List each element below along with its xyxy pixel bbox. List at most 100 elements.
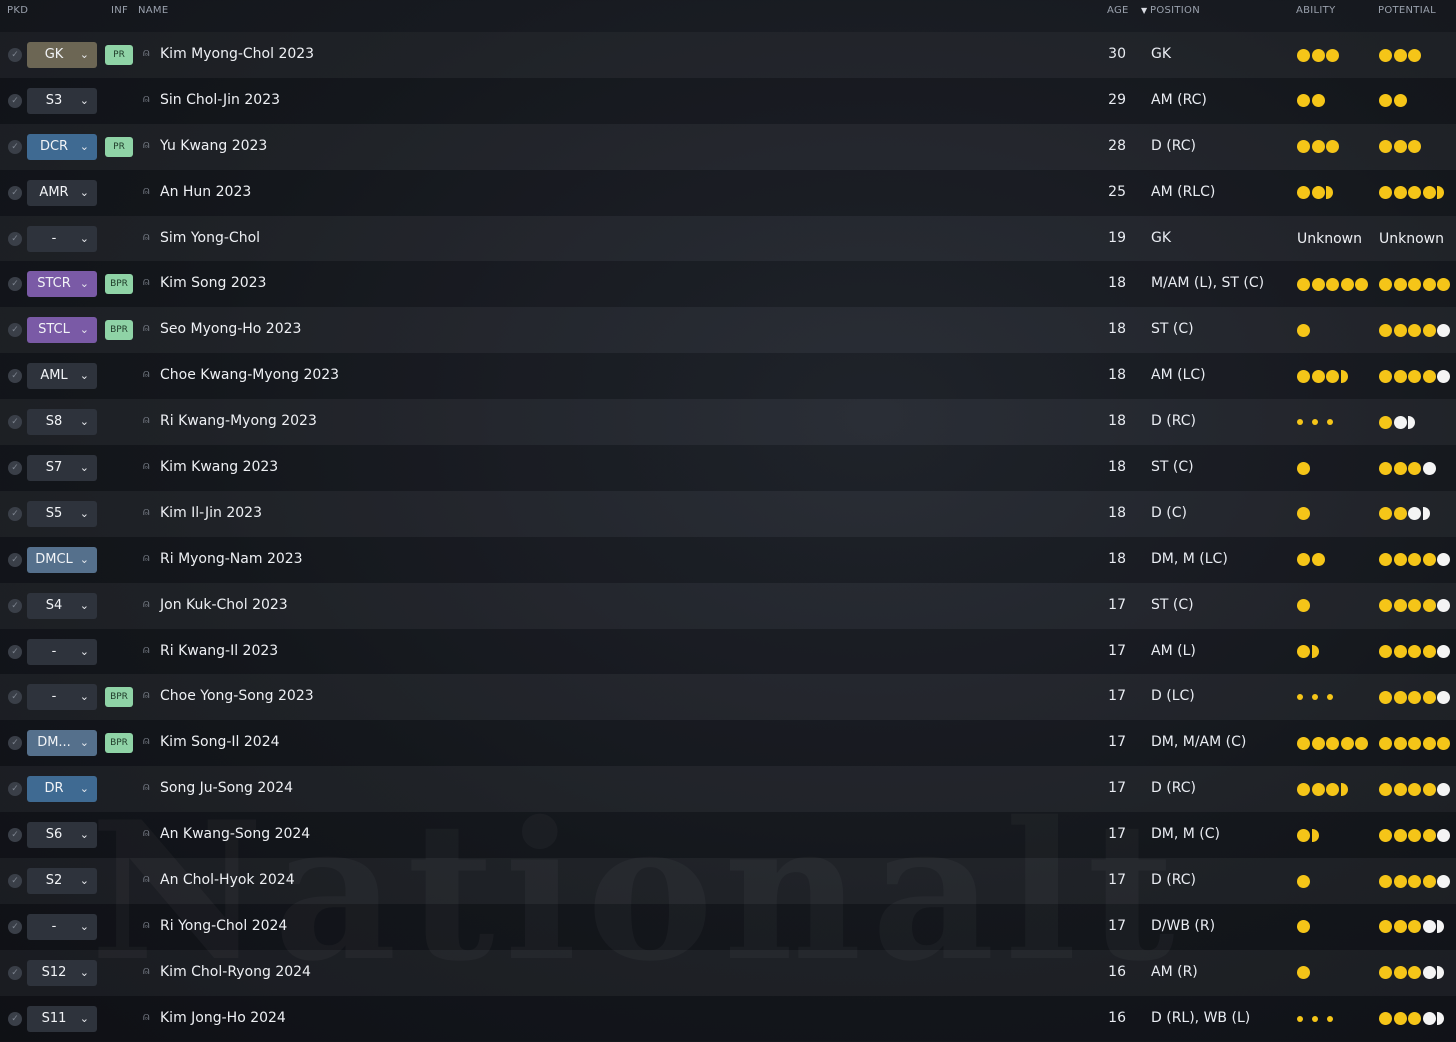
pick-checkbox-icon[interactable]: ✓ xyxy=(8,644,22,659)
pick-checkbox-icon[interactable]: ✓ xyxy=(8,139,22,154)
player-row[interactable]: ✓ AMR ⌄ ⍝ An Hun 2023 25 AM (RLC) xyxy=(0,169,1456,216)
player-name-link[interactable]: Kim Kwang 2023 xyxy=(160,459,278,475)
player-name-link[interactable]: Kim Jong-Ho 2024 xyxy=(160,1010,286,1026)
player-name-link[interactable]: Jon Kuk-Chol 2023 xyxy=(160,597,288,613)
player-name-link[interactable]: Seo Myong-Ho 2023 xyxy=(160,321,301,337)
pick-checkbox-icon[interactable]: ✓ xyxy=(8,323,22,338)
player-row[interactable]: ✓ - ⌄ ⍝ Ri Yong-Chol 2024 17 D/WB (R) xyxy=(0,903,1456,950)
position-selector-dropdown[interactable]: DCR ⌄ xyxy=(27,133,97,160)
pick-checkbox-icon[interactable]: ✓ xyxy=(8,415,22,430)
pick-checkbox-icon[interactable]: ✓ xyxy=(8,874,22,889)
pick-checkbox-icon[interactable]: ✓ xyxy=(8,690,22,705)
position-selector-dropdown[interactable]: S11 ⌄ xyxy=(27,1005,97,1032)
player-name-link[interactable]: Choe Kwang-Myong 2023 xyxy=(160,367,339,383)
player-row[interactable]: ✓ AML ⌄ ⍝ Choe Kwang-Myong 2023 18 AM (LC) xyxy=(0,353,1456,400)
player-row[interactable]: ✓ S12 ⌄ ⍝ Kim Chol-Ryong 2024 16 AM (R) xyxy=(0,950,1456,996)
player-name-link[interactable]: Ri Kwang-Myong 2023 xyxy=(160,413,317,429)
pick-checkbox-icon[interactable]: ✓ xyxy=(8,369,22,384)
player-name-link[interactable]: Kim Song-Il 2024 xyxy=(160,734,280,750)
player-row[interactable]: ✓ STCR ⌄ BPR ⍝ Kim Song 2023 18 M/AM (L), ST (C… xyxy=(0,261,1456,308)
position-selector-dropdown[interactable]: S7 ⌄ xyxy=(27,455,97,482)
pick-checkbox-icon[interactable]: ✓ xyxy=(8,552,22,567)
pick-checkbox-icon[interactable]: ✓ xyxy=(8,461,22,476)
position-selector-dropdown[interactable]: AMR ⌄ xyxy=(27,179,97,206)
player-name-link[interactable]: Yu Kwang 2023 xyxy=(160,138,267,154)
position-selector-dropdown[interactable]: - ⌄ xyxy=(27,225,97,252)
player-name-link[interactable]: Kim Song 2023 xyxy=(160,275,266,291)
pick-checkbox-icon[interactable]: ✓ xyxy=(8,277,22,292)
position-selector-dropdown[interactable]: DM... ⌄ xyxy=(27,730,97,757)
position-selector-dropdown[interactable]: S3 ⌄ xyxy=(27,87,97,114)
player-name-link[interactable]: Sim Yong-Chol xyxy=(160,230,260,246)
player-row[interactable]: ✓ S3 ⌄ ⍝ Sin Chol-Jin 2023 29 AM (RC) xyxy=(0,77,1456,124)
header-inf[interactable]: INF xyxy=(111,5,128,16)
player-row[interactable]: ✓ S7 ⌄ ⍝ Kim Kwang 2023 18 ST (C) xyxy=(0,445,1456,491)
player-name-link[interactable]: Choe Yong-Song 2023 xyxy=(160,688,314,704)
pick-checkbox-icon[interactable]: ✓ xyxy=(8,782,22,797)
pick-checkbox-icon[interactable]: ✓ xyxy=(8,506,22,521)
pick-checkbox-icon[interactable]: ✓ xyxy=(8,736,22,751)
position-selector-dropdown[interactable]: DMCL ⌄ xyxy=(27,546,97,573)
ability-star-icon xyxy=(1311,186,1325,200)
player-row[interactable]: ✓ STCL ⌄ BPR ⍝ Seo Myong-Ho 2023 18 ST (C) xyxy=(0,307,1456,353)
player-name-link[interactable]: Ri Kwang-Il 2023 xyxy=(160,643,278,659)
position-selector-dropdown[interactable]: - ⌄ xyxy=(27,638,97,665)
position-selector-dropdown[interactable]: - ⌄ xyxy=(27,684,97,711)
position-selector-dropdown[interactable]: S12 ⌄ xyxy=(27,959,97,986)
player-row[interactable]: ✓ - ⌄ ⍝ Sim Yong-Chol 19 GK Unknown Unknown xyxy=(0,216,1456,262)
chevron-down-icon: ⌄ xyxy=(79,736,89,750)
player-name-link[interactable]: Kim Il-Jin 2023 xyxy=(160,505,262,521)
player-name-link[interactable]: Ri Yong-Chol 2024 xyxy=(160,918,287,934)
pick-checkbox-icon[interactable]: ✓ xyxy=(8,231,22,246)
player-row[interactable]: ✓ GK ⌄ PR ⍝ Kim Myong-Chol 2023 30 GK xyxy=(0,32,1456,78)
player-row[interactable]: ✓ S11 ⌄ ⍝ Kim Jong-Ho 2024 16 D (RL), WB (L) xyxy=(0,995,1456,1042)
position-selector-dropdown[interactable]: STCR ⌄ xyxy=(27,271,97,298)
player-name-link[interactable]: Kim Chol-Ryong 2024 xyxy=(160,964,311,980)
pick-checkbox-icon[interactable]: ✓ xyxy=(8,919,22,934)
position-selector-dropdown[interactable]: - ⌄ xyxy=(27,913,97,940)
header-pkd[interactable]: PKD xyxy=(7,5,28,16)
header-position[interactable]: POSITION xyxy=(1150,5,1200,16)
position-selector-dropdown[interactable]: S6 ⌄ xyxy=(27,822,97,849)
player-row[interactable]: ✓ DCR ⌄ PR ⍝ Yu Kwang 2023 28 D (RC) xyxy=(0,124,1456,170)
pick-checkbox-icon[interactable]: ✓ xyxy=(8,185,22,200)
position-selector-dropdown[interactable]: S8 ⌄ xyxy=(27,409,97,436)
position-selector-dropdown[interactable]: DR ⌄ xyxy=(27,776,97,803)
player-row[interactable]: ✓ S8 ⌄ ⍝ Ri Kwang-Myong 2023 18 D (RC) xyxy=(0,399,1456,445)
position-selector-dropdown[interactable]: STCL ⌄ xyxy=(27,317,97,344)
player-row[interactable]: ✓ S6 ⌄ ⍝ An Kwang-Song 2024 17 DM, M (C) xyxy=(0,812,1456,859)
header-ability[interactable]: ABILITY xyxy=(1296,5,1336,16)
chevron-down-icon: ⌄ xyxy=(79,506,89,520)
position-selector-dropdown[interactable]: AML ⌄ xyxy=(27,363,97,390)
header-potential[interactable]: POTENTIAL xyxy=(1378,5,1436,16)
player-row[interactable]: ✓ S2 ⌄ ⍝ An Chol-Hyok 2024 17 D (RC) xyxy=(0,858,1456,904)
player-row[interactable]: ✓ DM... ⌄ BPR ⍝ Kim Song-Il 2024 17 DM, M/AM (C… xyxy=(0,720,1456,767)
player-name-link[interactable]: Sin Chol-Jin 2023 xyxy=(160,92,280,108)
player-row[interactable]: ✓ DMCL ⌄ ⍝ Ri Myong-Nam 2023 18 DM, M (LC) xyxy=(0,536,1456,583)
potential-star-icon xyxy=(1393,782,1407,796)
position-selector-dropdown[interactable]: S2 ⌄ xyxy=(27,868,97,895)
header-name[interactable]: NAME xyxy=(138,5,168,16)
player-name-link[interactable]: An Kwang-Song 2024 xyxy=(160,826,310,842)
header-age[interactable]: AGE xyxy=(1107,5,1129,16)
position-selector-dropdown[interactable]: S4 ⌄ xyxy=(27,592,97,619)
ability-unknown-label: Unknown xyxy=(1297,230,1362,247)
pick-checkbox-icon[interactable]: ✓ xyxy=(8,828,22,843)
player-row[interactable]: ✓ S4 ⌄ ⍝ Jon Kuk-Chol 2023 17 ST (C) xyxy=(0,583,1456,629)
player-row[interactable]: ✓ - ⌄ BPR ⍝ Choe Yong-Song 2023 17 D (LC) xyxy=(0,674,1456,720)
player-name-link[interactable]: Kim Myong-Chol 2023 xyxy=(160,46,314,62)
player-name-link[interactable]: An Hun 2023 xyxy=(160,184,251,200)
pick-checkbox-icon[interactable]: ✓ xyxy=(8,598,22,613)
player-row[interactable]: ✓ S5 ⌄ ⍝ Kim Il-Jin 2023 18 D (C) xyxy=(0,491,1456,537)
pick-checkbox-icon[interactable]: ✓ xyxy=(8,93,22,108)
pick-checkbox-icon[interactable]: ✓ xyxy=(8,48,22,62)
pick-checkbox-icon[interactable]: ✓ xyxy=(8,1011,22,1026)
position-selector-dropdown[interactable]: S5 ⌄ xyxy=(27,500,97,527)
player-name-link[interactable]: Ri Myong-Nam 2023 xyxy=(160,551,303,567)
position-selector-dropdown[interactable]: GK ⌄ xyxy=(27,42,97,68)
player-name-link[interactable]: Song Ju-Song 2024 xyxy=(160,780,293,796)
player-row[interactable]: ✓ DR ⌄ ⍝ Song Ju-Song 2024 17 D (RC) xyxy=(0,766,1456,812)
player-name-link[interactable]: An Chol-Hyok 2024 xyxy=(160,872,295,888)
player-row[interactable]: ✓ - ⌄ ⍝ Ri Kwang-Il 2023 17 AM (L) xyxy=(0,628,1456,675)
pick-checkbox-icon[interactable]: ✓ xyxy=(8,965,22,980)
